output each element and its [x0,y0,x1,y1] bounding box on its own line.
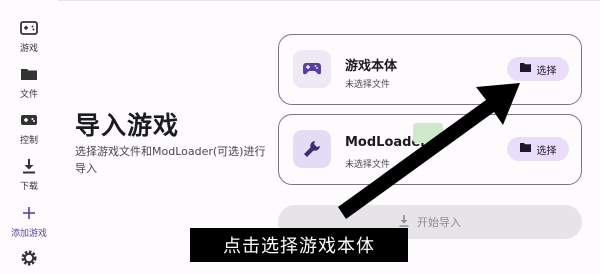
sidebar-item-label: 添加游戏 [10,229,47,239]
folder-icon [20,64,38,84]
folder-icon [519,63,531,75]
sidebar-item-label: 游戏 [19,44,38,54]
sidebar-item-games[interactable]: 游戏 [0,18,58,54]
button-label: 选择 [536,145,557,157]
gamepad-icon [293,50,331,88]
modloader-card: ModLoader 未选择文件 选择 [278,114,582,185]
select-modloader-button[interactable]: 选择 [507,137,569,161]
plus-icon [22,203,36,223]
settings-button[interactable] [0,248,58,268]
start-import-label: 开始导入 [417,216,461,229]
card-title: 游戏本体 [345,59,398,74]
game-file-card: 游戏本体 未选择文件 选择 [278,34,582,105]
sidebar-item-files[interactable]: 文件 [0,64,58,100]
select-game-button[interactable]: 选择 [507,57,569,81]
wrench-icon [293,130,331,168]
gamepad-icon [20,18,38,38]
page-description: 选择游戏文件和ModLoader(可选)进行导入 [75,145,266,175]
folder-icon [519,143,531,155]
sidebar-item-label: 控制 [19,136,38,146]
tutorial-caption: 点击选择游戏本体 [190,228,408,262]
page-title: 导入游戏 [75,111,180,140]
sidebar-item-download[interactable]: 下载 [0,156,58,192]
sidebar-item-label: 文件 [19,90,38,100]
download-icon [22,156,36,176]
card-status: 未选择文件 [345,160,391,170]
button-label: 选择 [536,65,557,77]
card-status: 未选择文件 [345,80,391,90]
top-divider [0,0,600,1]
optional-badge [413,123,443,143]
sidebar-item-controls[interactable]: 控制 [0,110,58,146]
gear-icon [20,248,38,268]
sidebar: 游戏 文件 控制 下载 添加游戏 [0,0,58,274]
sidebar-item-label: 下载 [19,182,38,192]
controller-icon [20,110,38,130]
sidebar-item-add-game[interactable]: 添加游戏 [0,203,58,239]
